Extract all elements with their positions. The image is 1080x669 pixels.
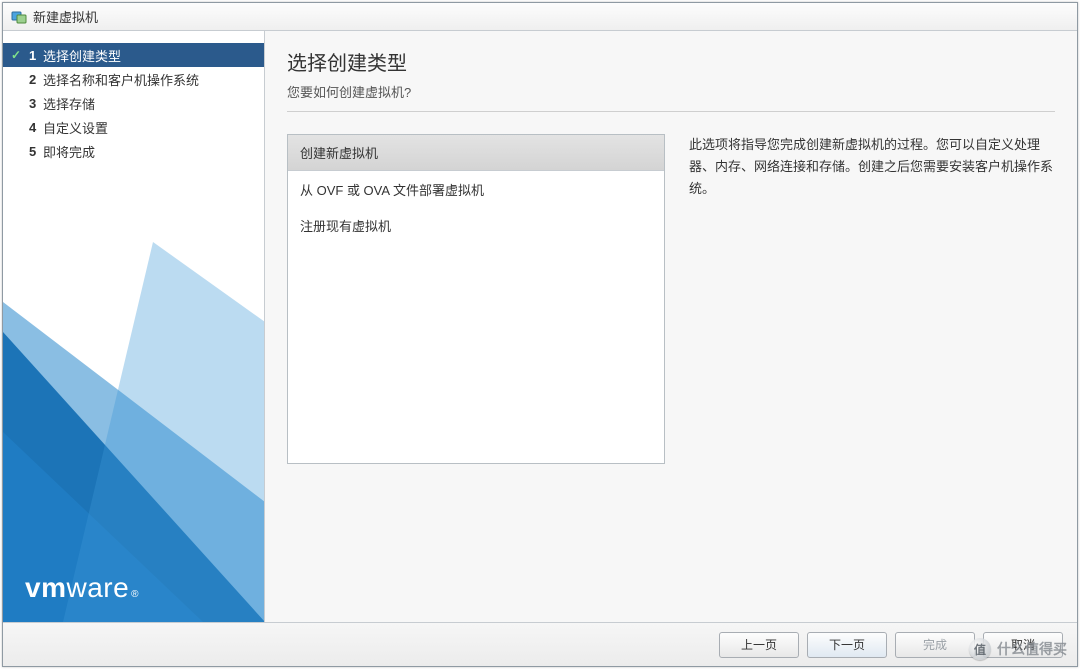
titlebar: 新建虚拟机: [3, 3, 1077, 31]
step-label: 自定义设置: [43, 118, 108, 137]
wizard-footer: 上一页 下一页 完成 取消: [3, 622, 1077, 666]
step-label: 即将完成: [43, 142, 95, 161]
wizard-steps: 1 选择创建类型 2 选择名称和客户机操作系统 3 选择存储 4 自定义设置 5: [3, 31, 264, 163]
wizard-main: 选择创建类型 您要如何创建虚拟机? 创建新虚拟机 从 OVF 或 OVA 文件部…: [265, 31, 1077, 622]
option-label: 创建新虚拟机: [300, 143, 378, 162]
step-label: 选择存储: [43, 94, 95, 113]
option-create-new-vm[interactable]: 创建新虚拟机: [288, 135, 664, 171]
watermark: 值 什么值得买: [969, 638, 1067, 660]
option-description: 此选项将指导您完成创建新虚拟机的过程。您可以自定义处理器、内存、网络连接和存储。…: [689, 134, 1055, 610]
vm-icon: [11, 9, 27, 25]
back-button[interactable]: 上一页: [719, 632, 799, 658]
window-title: 新建虚拟机: [33, 7, 98, 26]
content-row: 创建新虚拟机 从 OVF 或 OVA 文件部署虚拟机 注册现有虚拟机 此选项将指…: [287, 134, 1055, 610]
vmware-logo: vmware®: [25, 572, 139, 604]
page-heading: 选择创建类型: [287, 47, 1055, 76]
step-ready-to-complete[interactable]: 5 即将完成: [3, 139, 264, 163]
step-customize-settings[interactable]: 4 自定义设置: [3, 115, 264, 139]
option-label: 从 OVF 或 OVA 文件部署虚拟机: [300, 180, 484, 199]
step-select-creation-type[interactable]: 1 选择创建类型: [3, 43, 264, 67]
watermark-badge-icon: 值: [969, 638, 991, 660]
step-select-name-guest-os[interactable]: 2 选择名称和客户机操作系统: [3, 67, 264, 91]
option-deploy-from-ovf-ova[interactable]: 从 OVF 或 OVA 文件部署虚拟机: [288, 171, 664, 207]
wizard-sidebar: 1 选择创建类型 2 选择名称和客户机操作系统 3 选择存储 4 自定义设置 5: [3, 31, 265, 622]
dialog-body: 1 选择创建类型 2 选择名称和客户机操作系统 3 选择存储 4 自定义设置 5: [3, 31, 1077, 622]
step-select-storage[interactable]: 3 选择存储: [3, 91, 264, 115]
step-label: 选择创建类型: [43, 46, 121, 65]
finish-button[interactable]: 完成: [895, 632, 975, 658]
new-vm-wizard-dialog: 新建虚拟机 1 选择创建类型 2 选择名称和客户机操作系统 3 选择存储 4: [2, 2, 1078, 667]
option-label: 注册现有虚拟机: [300, 216, 391, 235]
page-subtitle: 您要如何创建虚拟机?: [287, 82, 1055, 112]
next-button[interactable]: 下一页: [807, 632, 887, 658]
creation-type-options: 创建新虚拟机 从 OVF 或 OVA 文件部署虚拟机 注册现有虚拟机: [287, 134, 665, 464]
step-label: 选择名称和客户机操作系统: [43, 70, 199, 89]
sidebar-background-art: [3, 242, 265, 622]
watermark-text: 什么值得买: [997, 639, 1067, 659]
option-register-existing-vm[interactable]: 注册现有虚拟机: [288, 207, 664, 243]
